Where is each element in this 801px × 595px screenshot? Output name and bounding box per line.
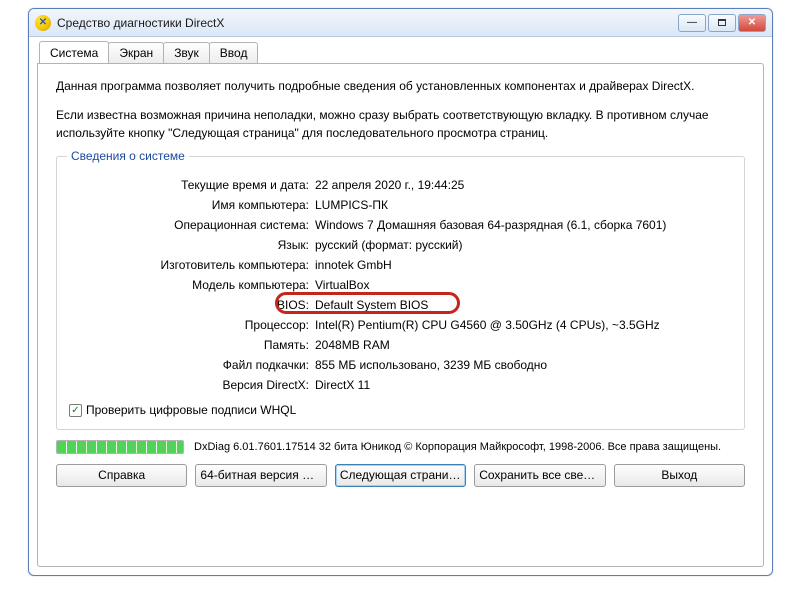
row-datetime: Текущие время и дата: 22 апреля 2020 г.,… <box>69 175 732 195</box>
progress-row: DxDiag 6.01.7601.17514 32 бита Юникод © … <box>56 440 745 454</box>
value-lang: русский (формат: русский) <box>315 237 463 253</box>
system-info-group: Сведения о системе Текущие время и дата:… <box>56 156 745 430</box>
tab-input[interactable]: Ввод <box>209 42 259 64</box>
label-os: Операционная система: <box>69 217 309 233</box>
intro-paragraph-2: Если известна возможная причина неполадк… <box>56 107 745 142</box>
maximize-button[interactable] <box>708 14 736 32</box>
value-cpu: Intel(R) Pentium(R) CPU G4560 @ 3.50GHz … <box>315 317 660 333</box>
label-computer: Имя компьютера: <box>69 197 309 213</box>
row-dxversion: Версия DirectX: DirectX 11 <box>69 375 732 395</box>
label-lang: Язык: <box>69 237 309 253</box>
row-manufacturer: Изготовитель компьютера: innotek GmbH <box>69 255 732 275</box>
value-manufacturer: innotek GmbH <box>315 257 392 273</box>
row-computer: Имя компьютера: LUMPICS-ПК <box>69 195 732 215</box>
row-lang: Язык: русский (формат: русский) <box>69 235 732 255</box>
window-title: Средство диагностики DirectX <box>57 16 224 30</box>
intro-paragraph-1: Данная программа позволяет получить подр… <box>56 78 745 95</box>
label-pagefile: Файл подкачки: <box>69 357 309 373</box>
tab-system[interactable]: Система <box>39 41 109 63</box>
tab-strip: Система Экран Звук Ввод <box>37 41 764 63</box>
tab-label: Ввод <box>220 46 248 60</box>
progress-bar <box>56 440 184 454</box>
value-dxversion: DirectX 11 <box>315 377 370 393</box>
value-pagefile: 855 МБ использовано, 3239 МБ свободно <box>315 357 547 373</box>
label-datetime: Текущие время и дата: <box>69 177 309 193</box>
tab-panel-system: Данная программа позволяет получить подр… <box>37 63 764 567</box>
intro-text: Данная программа позволяет получить подр… <box>56 78 745 142</box>
row-pagefile: Файл подкачки: 855 МБ использовано, 3239… <box>69 355 732 375</box>
label-cpu: Процессор: <box>69 317 309 333</box>
label-memory: Память: <box>69 337 309 353</box>
row-os: Операционная система: Windows 7 Домашняя… <box>69 215 732 235</box>
row-memory: Память: 2048MB RAM <box>69 335 732 355</box>
help-button[interactable]: Справка <box>56 464 187 487</box>
label-dxversion: Версия DirectX: <box>69 377 309 393</box>
titlebar: ✕ Средство диагностики DirectX — ✕ <box>29 9 772 37</box>
dxdiag-icon: ✕ <box>35 15 51 31</box>
label-bios: BIOS: <box>69 297 309 313</box>
bit64-button[interactable]: 64-битная версия DxDiag <box>195 464 326 487</box>
value-datetime: 22 апреля 2020 г., 19:44:25 <box>315 177 464 193</box>
tab-label: Экран <box>119 46 153 60</box>
next-page-button[interactable]: Следующая страница <box>335 464 466 487</box>
tab-label: Звук <box>174 46 199 60</box>
minimize-button[interactable]: — <box>678 14 706 32</box>
value-memory: 2048MB RAM <box>315 337 390 353</box>
row-model: Модель компьютера: VirtualBox <box>69 275 732 295</box>
value-computer: LUMPICS-ПК <box>315 197 388 213</box>
whql-check-row: ✓ Проверить цифровые подписи WHQL <box>69 403 732 417</box>
label-manufacturer: Изготовитель компьютера: <box>69 257 309 273</box>
client-area: Система Экран Звук Ввод Данная программа… <box>37 41 764 567</box>
value-os: Windows 7 Домашняя базовая 64-разрядная … <box>315 217 666 233</box>
tab-display[interactable]: Экран <box>108 42 164 64</box>
tab-label: Система <box>50 46 98 60</box>
close-button[interactable]: ✕ <box>738 14 766 32</box>
window-frame: ✕ Средство диагностики DirectX — ✕ Систе… <box>28 8 773 576</box>
value-model: VirtualBox <box>315 277 369 293</box>
label-model: Модель компьютера: <box>69 277 309 293</box>
whql-checkbox[interactable]: ✓ <box>69 404 82 417</box>
footer-version-text: DxDiag 6.01.7601.17514 32 бита Юникод © … <box>194 441 721 453</box>
whql-label: Проверить цифровые подписи WHQL <box>86 403 296 417</box>
window-controls: — ✕ <box>678 14 766 32</box>
row-cpu: Процессор: Intel(R) Pentium(R) CPU G4560… <box>69 315 732 335</box>
value-bios: Default System BIOS <box>315 297 428 313</box>
button-row: Справка 64-битная версия DxDiag Следующа… <box>56 464 745 487</box>
save-all-button[interactable]: Сохранить все сведения... <box>474 464 605 487</box>
row-bios: BIOS: Default System BIOS <box>69 295 732 315</box>
tab-sound[interactable]: Звук <box>163 42 210 64</box>
group-legend: Сведения о системе <box>67 149 189 163</box>
exit-button[interactable]: Выход <box>614 464 745 487</box>
